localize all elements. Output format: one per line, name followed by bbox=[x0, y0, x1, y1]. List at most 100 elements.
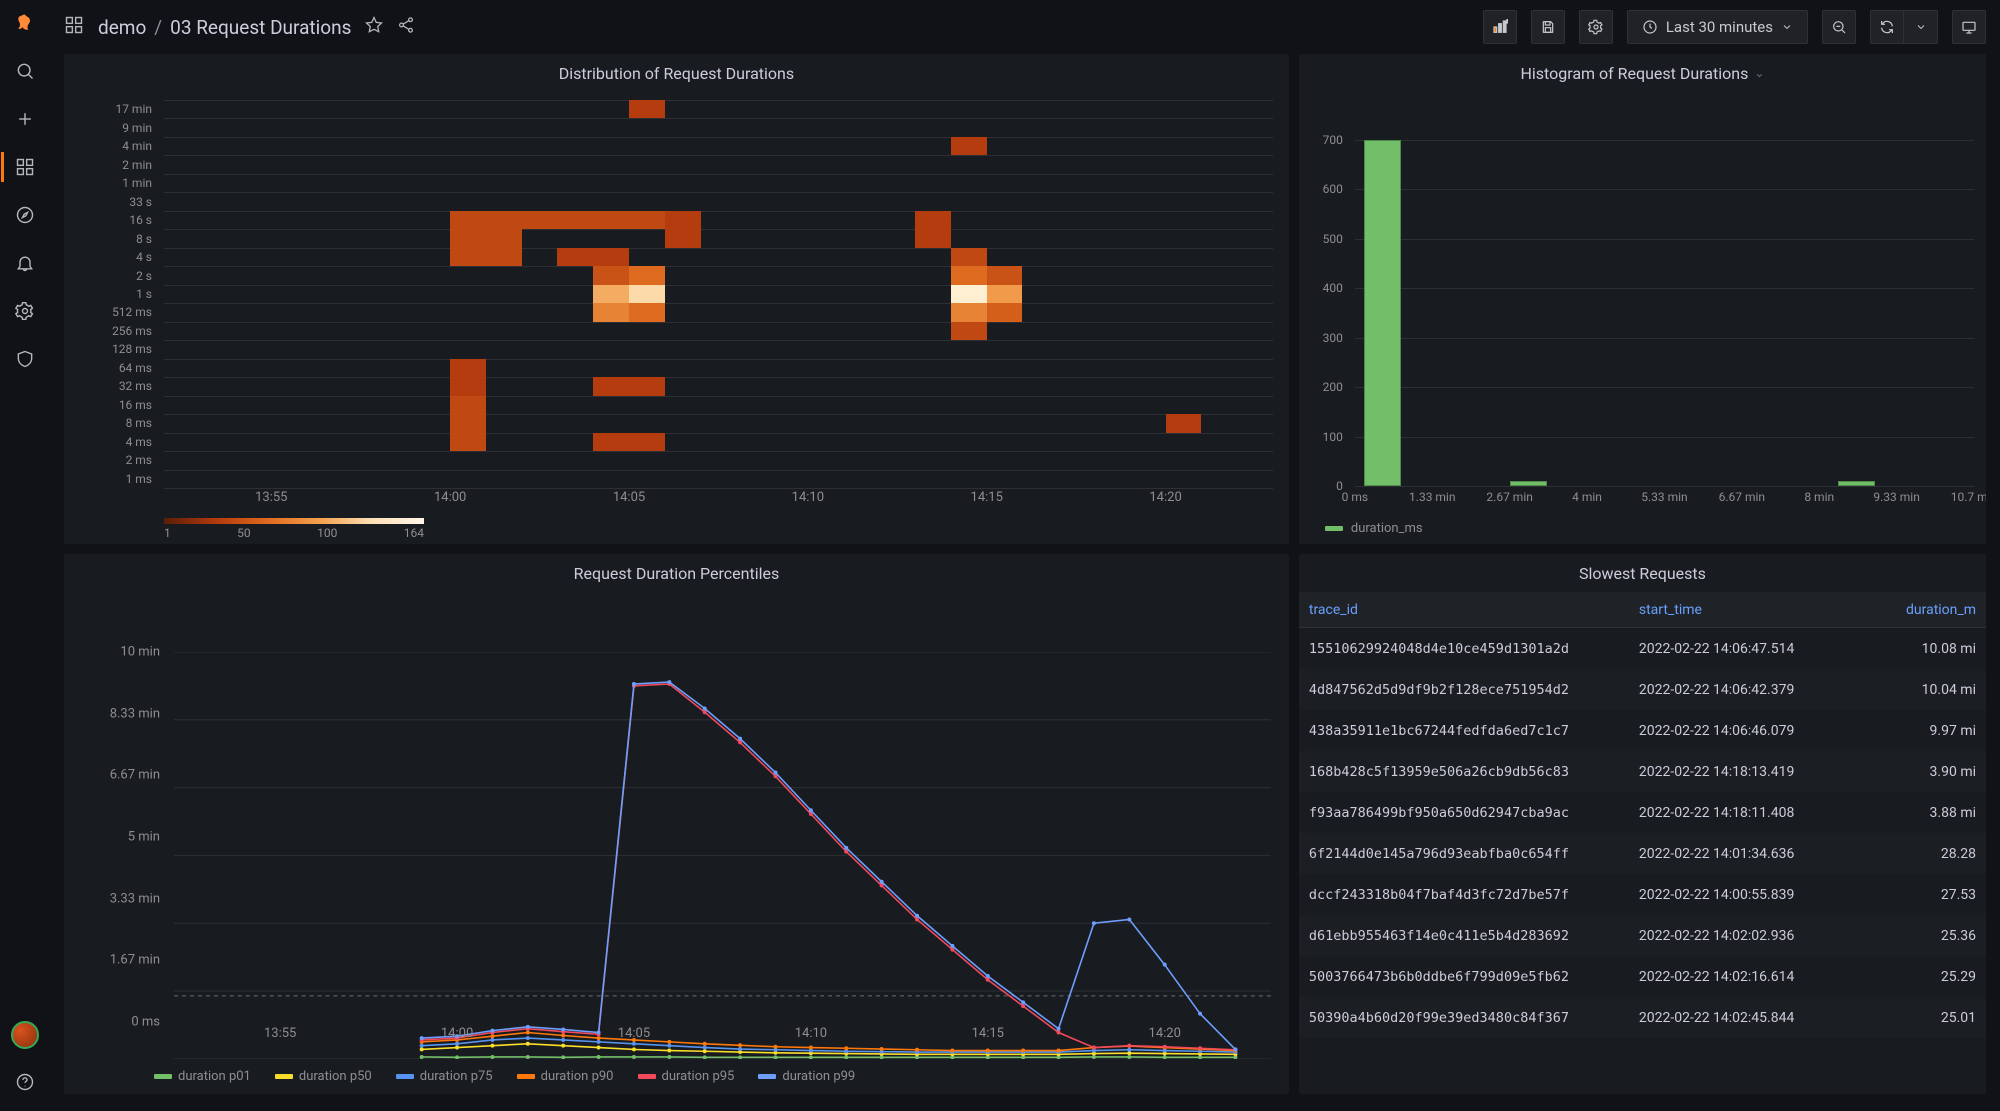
share-icon[interactable] bbox=[397, 16, 415, 38]
panel-title[interactable]: Distribution of Request Durations bbox=[64, 54, 1289, 92]
heatmap-cell[interactable] bbox=[450, 377, 486, 395]
table-row[interactable]: d61ebb955463f14e0c411e5b4d2836922022-02-… bbox=[1299, 915, 1986, 956]
table-row[interactable]: 5003766473b6b0ddbe6f799d09e5fb622022-02-… bbox=[1299, 956, 1986, 997]
panel-title[interactable]: Request Duration Percentiles bbox=[64, 554, 1289, 592]
legend-item[interactable]: duration p50 bbox=[275, 1069, 372, 1084]
heatmap-cell[interactable] bbox=[593, 211, 629, 229]
panel-title[interactable]: Histogram of Request Durations⌄ bbox=[1299, 54, 1986, 92]
gear-icon[interactable] bbox=[1, 296, 49, 326]
column-header-duration[interactable]: duration_m bbox=[1839, 602, 1976, 618]
heatmap-cell[interactable] bbox=[629, 285, 665, 303]
heatmap-cell[interactable] bbox=[486, 248, 522, 266]
refresh-interval-button[interactable] bbox=[1904, 10, 1938, 44]
series-line[interactable] bbox=[422, 684, 1236, 1050]
table-row[interactable]: 6f2144d0e145a796d93eabfba0c654ff2022-02-… bbox=[1299, 833, 1986, 874]
heatmap-cell[interactable] bbox=[951, 303, 987, 321]
table-row[interactable]: 4d847562d5d9df9b2f128ece751954d22022-02-… bbox=[1299, 669, 1986, 710]
histogram-bar[interactable] bbox=[1838, 481, 1875, 486]
heatmap-cell[interactable] bbox=[629, 303, 665, 321]
column-header-start-time[interactable]: start_time bbox=[1639, 602, 1839, 618]
heatmap-cell[interactable] bbox=[987, 266, 1023, 284]
breadcrumb-folder[interactable]: demo bbox=[98, 16, 146, 39]
zoom-out-button[interactable] bbox=[1822, 10, 1856, 44]
histogram-plot[interactable] bbox=[1355, 140, 1974, 486]
heatmap-cell[interactable] bbox=[629, 377, 665, 395]
heatmap-cell[interactable] bbox=[915, 211, 951, 229]
heatmap-cell[interactable] bbox=[557, 211, 593, 229]
save-button[interactable] bbox=[1531, 10, 1565, 44]
heatmap-cell[interactable] bbox=[450, 211, 486, 229]
percentile-plot[interactable] bbox=[174, 652, 1271, 1059]
heatmap-cell[interactable] bbox=[951, 266, 987, 284]
heatmap-cell[interactable] bbox=[450, 414, 486, 432]
heatmap-cell[interactable] bbox=[557, 248, 593, 266]
panel-histogram[interactable]: Histogram of Request Durations⌄ 01002003… bbox=[1299, 54, 1986, 544]
panel-title[interactable]: Slowest Requests bbox=[1299, 554, 1986, 592]
heatmap-cell[interactable] bbox=[522, 211, 558, 229]
bell-icon[interactable] bbox=[1, 248, 49, 278]
heatmap-cell[interactable] bbox=[486, 211, 522, 229]
table-row[interactable]: 168b428c5f13959e506a26cb9db56c832022-02-… bbox=[1299, 751, 1986, 792]
heatmap-cell[interactable] bbox=[951, 285, 987, 303]
heatmap-cell[interactable] bbox=[951, 322, 987, 340]
legend-item[interactable]: duration p95 bbox=[638, 1069, 735, 1084]
heatmap-cell[interactable] bbox=[450, 433, 486, 451]
table-row[interactable]: 438a35911e1bc67244fedfda6ed7c1c72022-02-… bbox=[1299, 710, 1986, 751]
shield-icon[interactable] bbox=[1, 344, 49, 374]
heatmap-plot[interactable] bbox=[164, 100, 1273, 488]
help-icon[interactable] bbox=[1, 1067, 49, 1097]
star-icon[interactable] bbox=[365, 16, 383, 38]
heatmap-cell[interactable] bbox=[486, 229, 522, 247]
heatmap-cell[interactable] bbox=[1166, 414, 1202, 432]
heatmap-cell[interactable] bbox=[987, 285, 1023, 303]
grafana-logo[interactable] bbox=[10, 8, 40, 38]
heatmap-cell[interactable] bbox=[593, 266, 629, 284]
add-panel-button[interactable]: + bbox=[1483, 10, 1517, 44]
table-row[interactable]: f93aa786499bf950a650d62947cba9ac2022-02-… bbox=[1299, 792, 1986, 833]
heatmap-cell[interactable] bbox=[629, 100, 665, 118]
heatmap-cell[interactable] bbox=[629, 266, 665, 284]
cycle-view-button[interactable] bbox=[1952, 10, 1986, 44]
legend-item[interactable]: duration p90 bbox=[517, 1069, 614, 1084]
heatmap-cell[interactable] bbox=[593, 433, 629, 451]
heatmap-cell[interactable] bbox=[450, 248, 486, 266]
histogram-bar[interactable] bbox=[1510, 481, 1547, 486]
legend-item[interactable]: duration p99 bbox=[758, 1069, 855, 1084]
histogram-bar[interactable] bbox=[1364, 140, 1401, 486]
heatmap-cell[interactable] bbox=[593, 303, 629, 321]
time-range-picker[interactable]: Last 30 minutes bbox=[1627, 10, 1808, 44]
heatmap-cell[interactable] bbox=[629, 211, 665, 229]
settings-button[interactable] bbox=[1579, 10, 1613, 44]
dashboards-icon[interactable] bbox=[1, 152, 49, 182]
panel-heatmap[interactable]: Distribution of Request Durations 17 min… bbox=[64, 54, 1289, 544]
legend-item[interactable]: duration p01 bbox=[154, 1069, 251, 1084]
heatmap-cell[interactable] bbox=[915, 229, 951, 247]
compass-icon[interactable] bbox=[1, 200, 49, 230]
legend-item[interactable]: duration p75 bbox=[396, 1069, 493, 1084]
breadcrumb-page[interactable]: 03 Request Durations bbox=[170, 16, 351, 39]
table-row[interactable]: 50390a4b60d20f99e39ed3480c84f3672022-02-… bbox=[1299, 997, 1986, 1038]
series-line[interactable] bbox=[422, 682, 1236, 1049]
heatmap-cell[interactable] bbox=[593, 248, 629, 266]
heatmap-cell[interactable] bbox=[450, 396, 486, 414]
dashboards-home-icon[interactable] bbox=[64, 15, 84, 39]
avatar[interactable] bbox=[11, 1021, 39, 1049]
search-icon[interactable] bbox=[1, 56, 49, 86]
panel-percentiles[interactable]: Request Duration Percentiles 0 ms1.67 mi… bbox=[64, 554, 1289, 1094]
heatmap-cell[interactable] bbox=[665, 229, 701, 247]
heatmap-cell[interactable] bbox=[593, 377, 629, 395]
plus-icon[interactable] bbox=[1, 104, 49, 134]
heatmap-cell[interactable] bbox=[450, 359, 486, 377]
table-row[interactable]: dccf243318b04f7baf4d3fc72d7be57f2022-02-… bbox=[1299, 874, 1986, 915]
heatmap-cell[interactable] bbox=[951, 137, 987, 155]
heatmap-cell[interactable] bbox=[629, 433, 665, 451]
column-header-trace-id[interactable]: trace_id bbox=[1309, 602, 1639, 618]
heatmap-cell[interactable] bbox=[665, 211, 701, 229]
heatmap-cell[interactable] bbox=[450, 229, 486, 247]
panel-slowest-requests[interactable]: Slowest Requests trace_id start_time dur… bbox=[1299, 554, 1986, 1094]
heatmap-cell[interactable] bbox=[951, 248, 987, 266]
heatmap-cell[interactable] bbox=[987, 303, 1023, 321]
heatmap-cell[interactable] bbox=[593, 285, 629, 303]
refresh-button[interactable] bbox=[1870, 10, 1904, 44]
table-row[interactable]: 15510629924048d4e10ce459d1301a2d2022-02-… bbox=[1299, 628, 1986, 669]
